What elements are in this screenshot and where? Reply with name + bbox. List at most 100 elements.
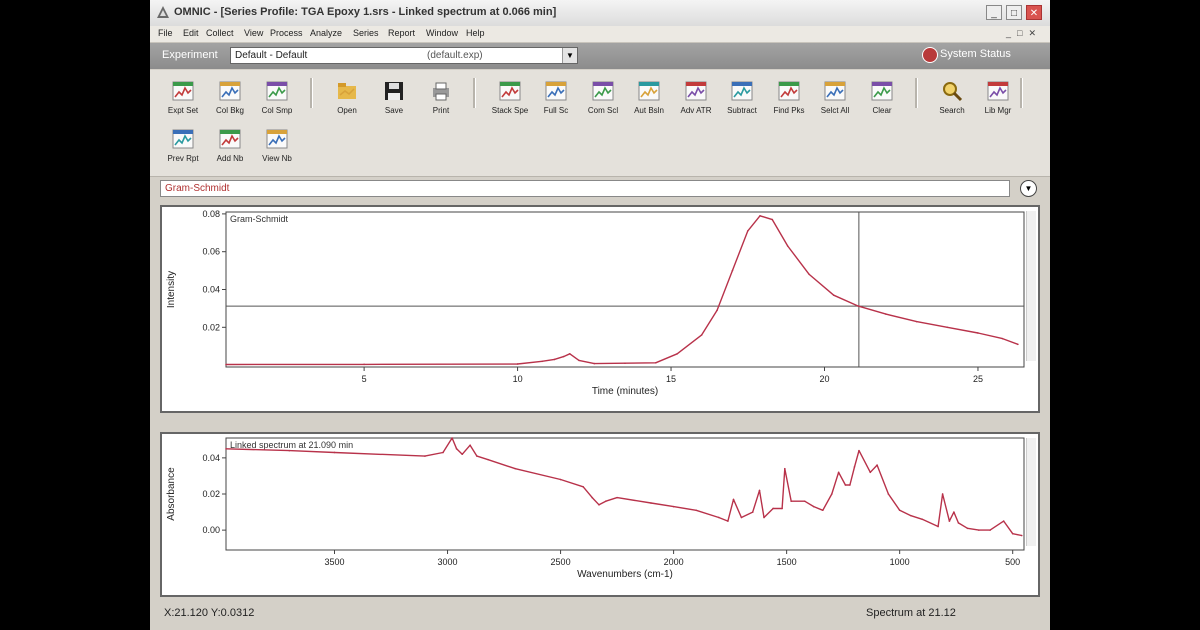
title-bar[interactable]: OMNIC - [Series Profile: TGA Epoxy 1.srs… [150,0,1050,27]
toolbar-button-label: Clear [872,106,892,115]
clear-icon [871,81,893,101]
data-point [746,230,749,232]
toolbar-button-label: Open [337,106,357,115]
data-point [672,505,675,508]
toolbar-button-clear[interactable]: Clear [859,74,905,122]
toolbar-button-label: Com Scl [587,106,619,115]
y-tick-label: 0.02 [202,489,220,499]
data-point [857,305,860,307]
toolbar-button-print[interactable]: Print [418,74,464,122]
data-point [822,509,824,512]
data-point [751,511,754,513]
menu-window[interactable]: Window [426,28,458,38]
data-point [731,269,734,272]
data-point [803,500,806,503]
data-point [771,218,774,221]
toolbar-button-label: Add Nb [216,154,244,163]
toolbar-button-col-bkg[interactable]: Col Bkg [207,74,253,122]
mdi-window-controls[interactable]: _□✕ [1006,28,1042,39]
menu-collect[interactable]: Collect [206,28,234,38]
find-peaks-icon [778,81,800,101]
toolbar-button-aut-bsln[interactable]: Aut Bsln [626,74,672,122]
close-button[interactable]: ✕ [1026,5,1042,20]
toolbar-button-search[interactable]: Search [929,74,975,122]
data-point [559,478,562,481]
toolbar-button-label: Print [432,106,450,115]
vertical-scrollbar[interactable] [1026,438,1036,546]
omnic-app-icon [157,6,169,18]
y-tick-label: 0.06 [202,247,220,257]
toolbar-button-find-pks[interactable]: Find Pks [766,74,812,122]
vertical-scrollbar[interactable] [1026,211,1036,361]
data-point [225,363,227,366]
data-point [225,448,227,450]
data-point [790,500,792,503]
menu-analyze[interactable]: Analyze [310,28,342,38]
data-point [695,509,698,512]
menu-series[interactable]: Series [353,28,379,38]
data-point [989,529,991,531]
toolbar-button-prev-rpt[interactable]: Prev Rpt [160,122,206,170]
data-point [948,520,951,522]
data-point [451,437,453,439]
data-point [837,471,840,474]
toolbar-button-expt-set[interactable]: Expt Set [160,74,206,122]
chevron-down-icon[interactable]: ▼ [562,48,577,63]
toolbar-button-label: Stack Spe [491,106,529,115]
data-point [578,359,580,362]
linked-spectrum-panel[interactable]: 3500 3000 2500 2000 1500 1000 500 0.00 0.02 0.04 W… [160,432,1040,597]
experiment-select[interactable]: Default - Default (default.exp) ▼ [230,47,578,64]
advanced-atr-icon [685,81,707,101]
data-point [966,527,969,530]
x-tick-label: 2000 [664,557,684,567]
maximize-button[interactable]: □ [1006,5,1022,20]
toolbar-button-open[interactable]: Open [324,74,370,122]
toolbar-button-col-smp[interactable]: Col Smp [254,74,300,122]
menu-process[interactable]: Process [270,28,303,38]
profile-dropdown-icon[interactable]: ▼ [1020,180,1037,197]
toolbar-button-add-nb[interactable]: Add Nb [207,122,253,170]
menu-edit[interactable]: Edit [183,28,199,38]
data-point [915,320,918,323]
status-bar: X:21.120 Y:0.0312 Spectrum at 21.12 [150,600,1050,630]
data-point [763,516,765,519]
data-point [885,313,887,315]
gram-schmidt-chart[interactable]: 5 10 15 20 25 0.02 0.04 0.06 0.08 Time (minutes) I… [162,207,1038,411]
toolbar-button-stack-spe[interactable]: Stack Spe [487,74,533,122]
data-point [941,493,944,495]
toolbar-button-view-nb[interactable]: View Nb [254,122,300,170]
spectrum-chart[interactable]: 3500 3000 2500 2000 1500 1000 500 0.00 0.02 0.04 W… [162,434,1038,595]
add-notebook-icon [219,129,241,149]
menu-file[interactable]: File [158,28,173,38]
data-point [786,245,789,247]
data-point [604,500,607,503]
minimize-button[interactable]: _ [986,5,1002,20]
toolbar-button-label: Expt Set [167,106,199,115]
toolbar: Expt Set Col Bkg Col Smp Open Save Print Stack… [150,70,1050,177]
data-point [476,455,478,457]
toolbar-button-subtract[interactable]: Subtract [719,74,765,122]
toolbar-button-label: Prev Rpt [167,154,199,163]
data-point [781,507,783,510]
data-point [624,362,626,365]
toolbar-button-save[interactable]: Save [371,74,417,122]
toolbar-button-full-sc[interactable]: Full Sc [533,74,579,122]
gram-schmidt-panel[interactable]: 5 10 15 20 25 0.02 0.04 0.06 0.08 Time (minutes) I… [160,205,1040,413]
toolbar-button-label: Selct All [820,106,850,115]
toolbar-button-adv-atr[interactable]: Adv ATR [673,74,719,122]
menu-report[interactable]: Report [388,28,415,38]
x-tick-label: 3500 [324,557,344,567]
profile-select[interactable]: Gram-Schmidt [160,180,1010,197]
data-point [1001,337,1004,340]
menu-view[interactable]: View [244,28,263,38]
toolbar-button-com-scl[interactable]: Com Scl [580,74,626,122]
x-tick-label: 500 [1005,557,1020,567]
full-scale-icon [545,81,567,101]
toolbar-button-selct-all[interactable]: Selct All [812,74,858,122]
folder-open-icon [338,83,356,99]
toolbar-button-lib-mgr[interactable]: Lib Mgr [975,74,1021,122]
y-axis-label: Intensity [166,271,177,308]
system-status[interactable]: System Status [922,47,1011,63]
menu-help[interactable]: Help [466,28,485,38]
x-tick-label: 2500 [551,557,571,567]
